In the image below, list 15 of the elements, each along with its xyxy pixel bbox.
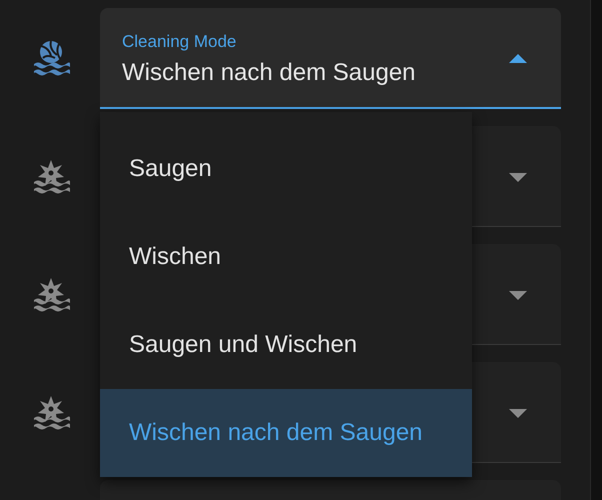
field-value: Wischen nach dem Saugen bbox=[122, 59, 416, 87]
collapse-arrow-icon[interactable] bbox=[509, 54, 527, 63]
menu-option[interactable]: Wischen nach dem Saugen bbox=[100, 389, 472, 477]
sun-waves-icon bbox=[31, 276, 71, 312]
dropdown-arrow-icon[interactable] bbox=[509, 173, 527, 182]
menu-option[interactable]: Saugen bbox=[100, 125, 472, 213]
dropdown-arrow-icon[interactable] bbox=[509, 409, 527, 418]
menu-option[interactable]: Wischen bbox=[100, 213, 472, 301]
sun-waves-icon bbox=[31, 158, 71, 194]
select-field[interactable]: Cleaning Mode Wischen nach dem Saugen bbox=[100, 8, 561, 109]
ball-waves-icon bbox=[31, 40, 71, 76]
sun-waves-icon bbox=[31, 394, 71, 430]
field-label: Cleaning Mode bbox=[122, 32, 236, 52]
dropdown-arrow-icon[interactable] bbox=[509, 291, 527, 300]
menu-option[interactable]: Saugen und Wischen bbox=[100, 301, 472, 389]
